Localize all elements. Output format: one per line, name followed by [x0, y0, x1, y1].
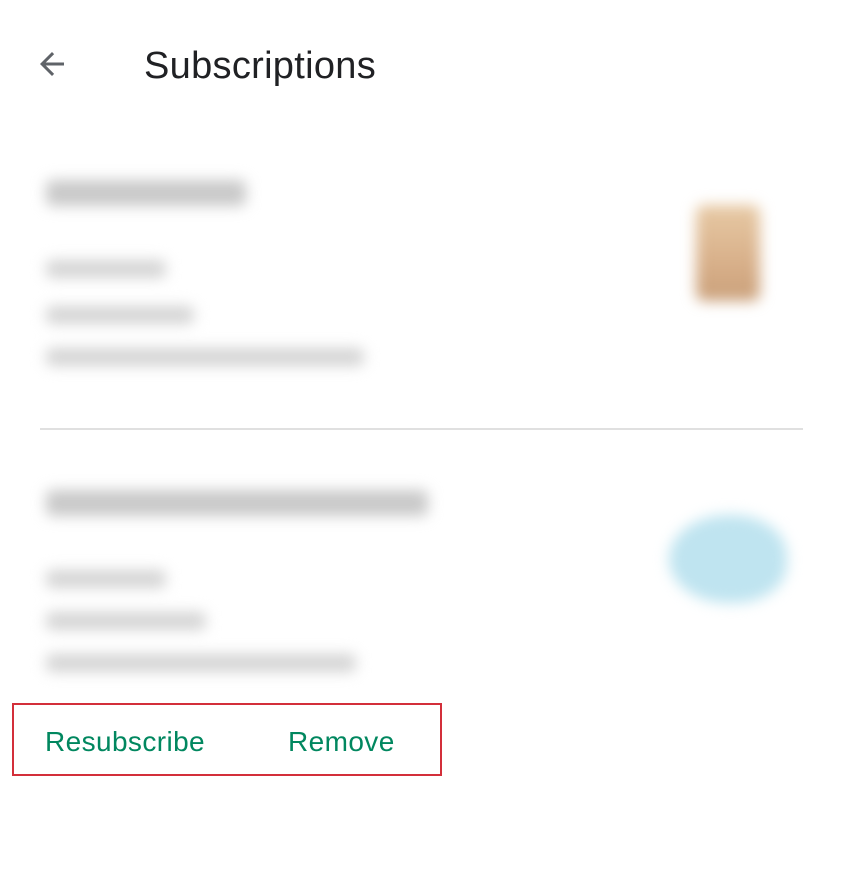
- blue-blob-image: [669, 515, 787, 603]
- resubscribe-button[interactable]: Resubscribe: [45, 722, 205, 762]
- subscription-card[interactable]: [40, 168, 803, 388]
- page-title: Subscriptions: [144, 45, 377, 87]
- blurred-text-line: [46, 612, 206, 630]
- arrow-left-icon: [40, 52, 64, 76]
- subscription-card[interactable]: [40, 478, 803, 688]
- blurred-text-line: [46, 260, 166, 278]
- app-thumbnail: [653, 484, 803, 634]
- app-bar: Subscriptions: [0, 0, 843, 130]
- divider: [40, 428, 803, 430]
- blurred-text-line: [46, 348, 364, 366]
- blurred-text-line: [46, 570, 166, 588]
- blurred-app-name: [46, 180, 246, 206]
- app-thumbnail: [653, 178, 803, 328]
- blurred-app-name: [46, 490, 428, 516]
- cup-image: [696, 205, 760, 301]
- blurred-text-line: [46, 654, 356, 672]
- back-button[interactable]: [28, 40, 76, 88]
- blurred-text-line: [46, 306, 194, 324]
- remove-button[interactable]: Remove: [288, 722, 395, 762]
